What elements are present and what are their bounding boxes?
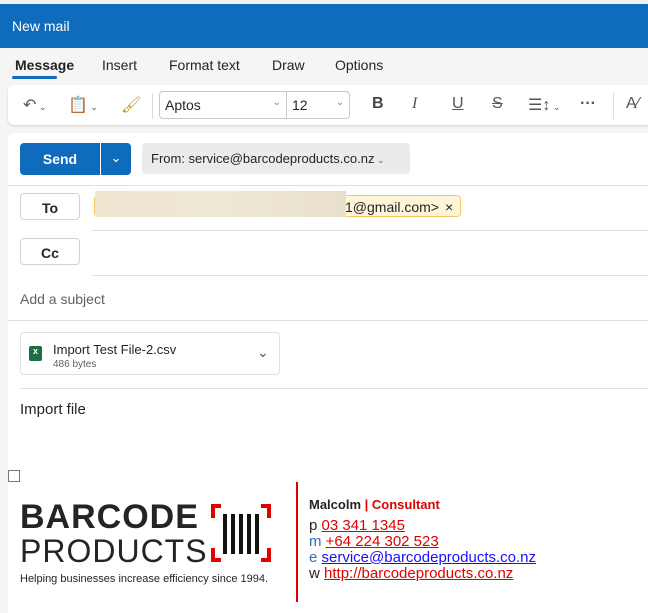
attachment-name: Import Test File-2.csv xyxy=(53,342,177,357)
undo-icon[interactable]: ↶ ⌄ xyxy=(23,95,46,115)
subject-input[interactable]: Add a subject xyxy=(20,291,105,307)
attachment-card[interactable]: x Import Test File-2.csv 486 bytes ⌄ xyxy=(20,332,280,375)
active-tab-indicator xyxy=(12,76,57,79)
attachment-chevron-icon[interactable]: ⌄ xyxy=(257,344,269,361)
logo-line1: BARCODE xyxy=(20,498,199,536)
italic-icon[interactable]: I xyxy=(412,95,417,113)
body-text[interactable]: Import file xyxy=(20,401,86,418)
format-painter-icon[interactable]: 🖌 xyxy=(121,95,141,115)
styles-icon[interactable]: A⁄ xyxy=(626,95,639,113)
signature-checkbox[interactable] xyxy=(8,470,20,482)
email-label: e xyxy=(309,549,318,566)
signature-divider xyxy=(296,482,298,602)
signature-name: Malcolm xyxy=(309,497,362,512)
logo-line2: PRODUCTS xyxy=(20,533,208,569)
phone-link[interactable]: 03 341 1345 xyxy=(322,517,405,534)
website-label: w xyxy=(309,565,320,582)
attachment-size: 486 bytes xyxy=(53,359,97,370)
tab-insert[interactable]: Insert xyxy=(102,57,137,73)
from-selector[interactable]: From: service@barcodeproducts.co.nz ⌄ xyxy=(142,143,410,174)
company-logo: BARCODE PRODUCTS Helping businesses incr… xyxy=(20,500,290,592)
from-value: From: service@barcodeproducts.co.nz xyxy=(151,151,375,166)
redacted-area xyxy=(95,191,346,217)
underline-icon[interactable]: U xyxy=(452,95,464,113)
cc-button[interactable]: Cc xyxy=(20,238,80,265)
tab-message[interactable]: Message xyxy=(15,57,74,73)
top-strip xyxy=(0,0,648,4)
font-size-select[interactable]: 12 ⌄ xyxy=(286,91,350,119)
signature-name-line: Malcolm | Consultant xyxy=(309,497,440,513)
signature-role: Consultant xyxy=(371,497,440,512)
to-button[interactable]: To xyxy=(20,193,80,220)
more-options-icon[interactable]: ··· xyxy=(580,95,596,113)
tab-options[interactable]: Options xyxy=(335,57,383,73)
website-link[interactable]: http://barcodeproducts.co.nz xyxy=(324,565,513,582)
font-value: Aptos xyxy=(165,97,201,113)
tab-format-text[interactable]: Format text xyxy=(169,57,240,73)
window-title: New mail xyxy=(12,18,70,34)
toolbar: ↶ ⌄ 📋 ⌄ 🖌 Aptos ⌄ 12 ⌄ B I U S ☰↕ ⌄ ··· A⁄ xyxy=(8,85,648,125)
phone-label: p xyxy=(309,517,318,534)
recipient-email: 1@gmail.com> xyxy=(345,199,439,215)
barcode-icon xyxy=(210,503,272,563)
name-separator: | xyxy=(361,497,372,512)
excel-file-icon: x xyxy=(29,346,42,361)
line-spacing-icon[interactable]: ☰↕ ⌄ xyxy=(528,95,560,115)
font-size-value: 12 xyxy=(292,97,308,113)
tab-draw[interactable]: Draw xyxy=(272,57,305,73)
email-link[interactable]: service@barcodeproducts.co.nz xyxy=(322,549,537,566)
mobile-link[interactable]: +64 224 302 523 xyxy=(326,533,439,550)
font-select[interactable]: Aptos ⌄ xyxy=(159,91,287,119)
bold-icon[interactable]: B xyxy=(372,95,384,113)
send-button[interactable]: Send xyxy=(20,143,100,175)
logo-tagline: Helping businesses increase efficiency s… xyxy=(20,573,269,585)
strikethrough-icon[interactable]: S xyxy=(492,95,503,113)
mobile-label: m xyxy=(309,533,322,550)
remove-recipient-icon[interactable]: × xyxy=(445,199,453,215)
send-options-chevron-icon[interactable]: ⌄ xyxy=(101,143,131,175)
title-bar: New mail xyxy=(0,0,648,48)
paste-icon[interactable]: 📋 ⌄ xyxy=(68,95,98,115)
